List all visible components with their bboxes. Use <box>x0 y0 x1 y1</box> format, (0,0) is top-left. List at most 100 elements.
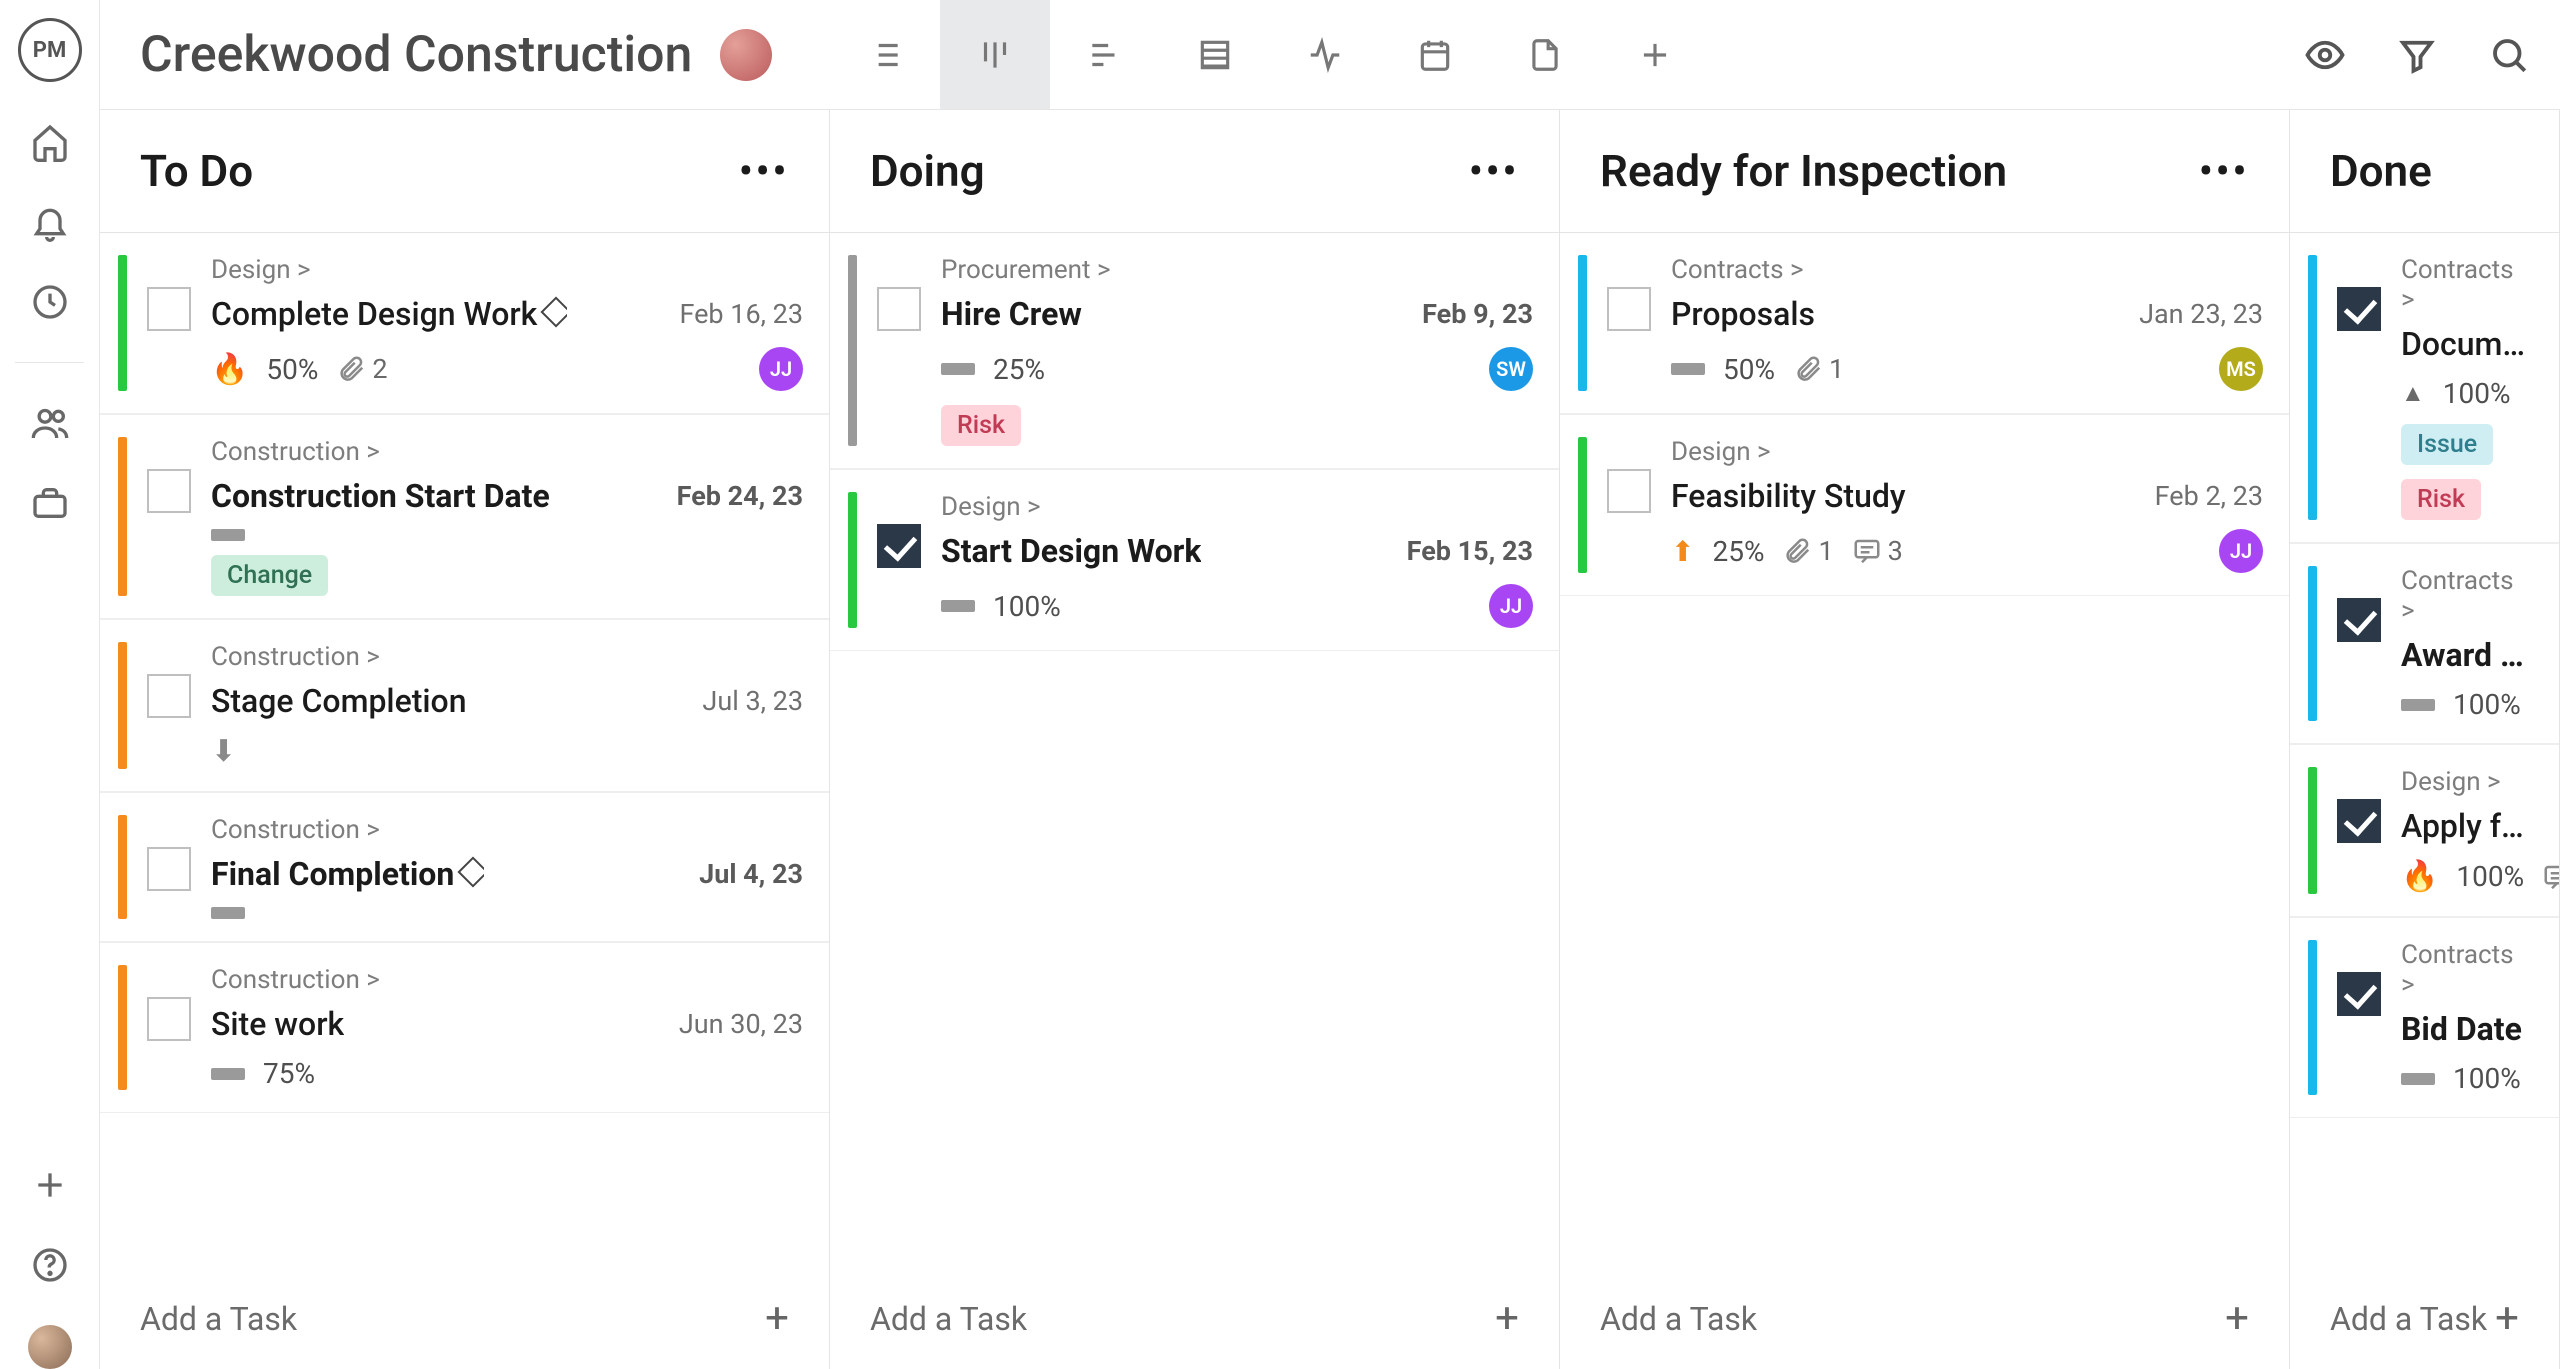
task-card[interactable]: Procurement >Hire CrewFeb 9, 2325%SWRisk <box>830 233 1559 469</box>
kanban-board: To Do•••Design >Complete Design WorkFeb … <box>100 110 2560 1369</box>
plus-icon[interactable] <box>30 1165 70 1205</box>
task-card[interactable]: Contracts >Award Date100% <box>2290 543 2559 744</box>
task-breadcrumb[interactable]: Design > <box>211 255 803 285</box>
task-card[interactable]: Design >Start Design WorkFeb 15, 23100%J… <box>830 469 1559 651</box>
card-color-edge <box>118 255 127 391</box>
comment-icon[interactable] <box>2542 862 2559 892</box>
eye-icon[interactable] <box>2304 34 2346 76</box>
priority-high-icon: 🔥 <box>2401 859 2438 894</box>
priority-up-icon: ⬆ <box>1671 535 1694 568</box>
card-color-edge <box>2308 255 2317 520</box>
task-card[interactable]: Contracts >Bid Date100% <box>2290 917 2559 1118</box>
view-gantt[interactable] <box>1050 0 1160 109</box>
task-checkbox[interactable] <box>2337 287 2381 331</box>
people-icon[interactable] <box>30 403 70 443</box>
view-calendar[interactable] <box>1380 0 1490 109</box>
column-header: To Do••• <box>100 110 829 233</box>
progress-bar <box>2401 1073 2435 1085</box>
view-files[interactable] <box>1490 0 1600 109</box>
assignee-avatar[interactable]: MS <box>2219 347 2263 391</box>
task-card[interactable]: Design >Complete Design WorkFeb 16, 23🔥5… <box>100 233 829 414</box>
attachment-icon[interactable]: 1 <box>1782 535 1833 567</box>
task-card[interactable]: Construction >Construction Start DateFeb… <box>100 414 829 619</box>
task-breadcrumb[interactable]: Design > <box>1671 437 2263 467</box>
add-task-button[interactable]: Add a Task+ <box>100 1268 829 1369</box>
app-logo[interactable]: PM <box>18 18 82 82</box>
task-card[interactable]: Construction >Stage CompletionJul 3, 23⬇ <box>100 619 829 792</box>
tag-row: Risk <box>941 391 1533 446</box>
tag-change[interactable]: Change <box>211 555 328 596</box>
filter-icon[interactable] <box>2396 34 2438 76</box>
view-sheet[interactable] <box>1160 0 1270 109</box>
task-card[interactable]: Design >Feasibility StudyFeb 2, 23⬆25%13… <box>1560 414 2289 596</box>
tag-risk[interactable]: Risk <box>2401 479 2481 520</box>
task-breadcrumb[interactable]: Contracts > <box>2401 566 2533 626</box>
assignee-avatar[interactable]: JJ <box>1489 584 1533 628</box>
card-body: Design >Apply for Pe🔥100% <box>2401 767 2533 894</box>
sidebar-separator <box>15 362 84 363</box>
task-breadcrumb[interactable]: Contracts > <box>2401 255 2533 315</box>
column-menu[interactable]: ••• <box>738 145 789 197</box>
view-board[interactable] <box>940 0 1050 109</box>
comment-icon[interactable]: 3 <box>1852 535 1903 567</box>
user-avatar[interactable] <box>28 1325 72 1369</box>
task-checkbox[interactable] <box>1607 287 1651 331</box>
task-percent: 25% <box>993 353 1045 386</box>
task-breadcrumb[interactable]: Construction > <box>211 815 803 845</box>
column-menu[interactable]: ••• <box>2198 145 2249 197</box>
assignee-avatar[interactable]: SW <box>1489 347 1533 391</box>
task-checkbox[interactable] <box>147 674 191 718</box>
add-task-button[interactable]: Add a Task+ <box>2290 1268 2559 1369</box>
view-list[interactable] <box>830 0 940 109</box>
task-breadcrumb[interactable]: Construction > <box>211 437 803 467</box>
task-checkbox[interactable] <box>2337 799 2381 843</box>
add-task-button[interactable]: Add a Task+ <box>1560 1268 2289 1369</box>
clock-icon[interactable] <box>30 282 70 322</box>
task-breadcrumb[interactable]: Contracts > <box>2401 940 2533 1000</box>
attachment-icon[interactable]: 1 <box>1793 353 1844 385</box>
task-breadcrumb[interactable]: Procurement > <box>941 255 1533 285</box>
task-checkbox[interactable] <box>2337 598 2381 642</box>
task-checkbox[interactable] <box>2337 972 2381 1016</box>
tag-risk[interactable]: Risk <box>941 405 1021 446</box>
task-checkbox[interactable] <box>877 287 921 331</box>
priority-low-icon: ⬇ <box>211 734 236 769</box>
task-checkbox[interactable] <box>1607 469 1651 513</box>
card-body: Construction >Stage CompletionJul 3, 23⬇ <box>211 642 803 769</box>
task-card[interactable]: Contracts >Documents▲100%IssueRisk <box>2290 233 2559 543</box>
search-icon[interactable] <box>2488 34 2530 76</box>
bell-icon[interactable] <box>30 202 70 242</box>
task-checkbox[interactable] <box>147 997 191 1041</box>
task-breadcrumb[interactable]: Design > <box>941 492 1533 522</box>
view-activity[interactable] <box>1270 0 1380 109</box>
task-card[interactable]: Construction >Final CompletionJul 4, 23 <box>100 792 829 942</box>
assignee-avatar[interactable]: JJ <box>2219 529 2263 573</box>
task-checkbox[interactable] <box>147 287 191 331</box>
task-checkbox[interactable] <box>877 524 921 568</box>
task-card[interactable]: Design >Apply for Pe🔥100% <box>2290 744 2559 917</box>
task-breadcrumb[interactable]: Construction > <box>211 642 803 672</box>
task-checkbox[interactable] <box>147 469 191 513</box>
project-owner-avatar[interactable] <box>720 29 772 81</box>
assignee-avatar[interactable]: JJ <box>759 347 803 391</box>
view-add[interactable] <box>1600 0 1710 109</box>
briefcase-icon[interactable] <box>30 483 70 523</box>
task-breadcrumb[interactable]: Contracts > <box>1671 255 2263 285</box>
home-icon[interactable] <box>30 122 70 162</box>
attachment-icon[interactable]: 2 <box>336 353 387 385</box>
help-icon[interactable] <box>30 1245 70 1285</box>
tag-issue[interactable]: Issue <box>2401 424 2493 465</box>
task-checkbox[interactable] <box>147 847 191 891</box>
task-card[interactable]: Contracts >ProposalsJan 23, 2350%1MS <box>1560 233 2289 414</box>
task-percent: 75% <box>263 1057 315 1090</box>
milestone-icon <box>541 296 568 327</box>
task-breadcrumb[interactable]: Construction > <box>211 965 803 995</box>
progress-bar <box>941 363 975 375</box>
task-breadcrumb[interactable]: Design > <box>2401 767 2533 797</box>
column-menu[interactable]: ••• <box>1468 145 1519 197</box>
add-task-button[interactable]: Add a Task+ <box>830 1268 1559 1369</box>
task-title: Proposals <box>1671 295 1815 333</box>
task-card[interactable]: Construction >Site workJun 30, 2375% <box>100 942 829 1113</box>
task-date: Feb 15, 23 <box>1407 535 1533 567</box>
plus-icon: + <box>2495 1294 2519 1343</box>
